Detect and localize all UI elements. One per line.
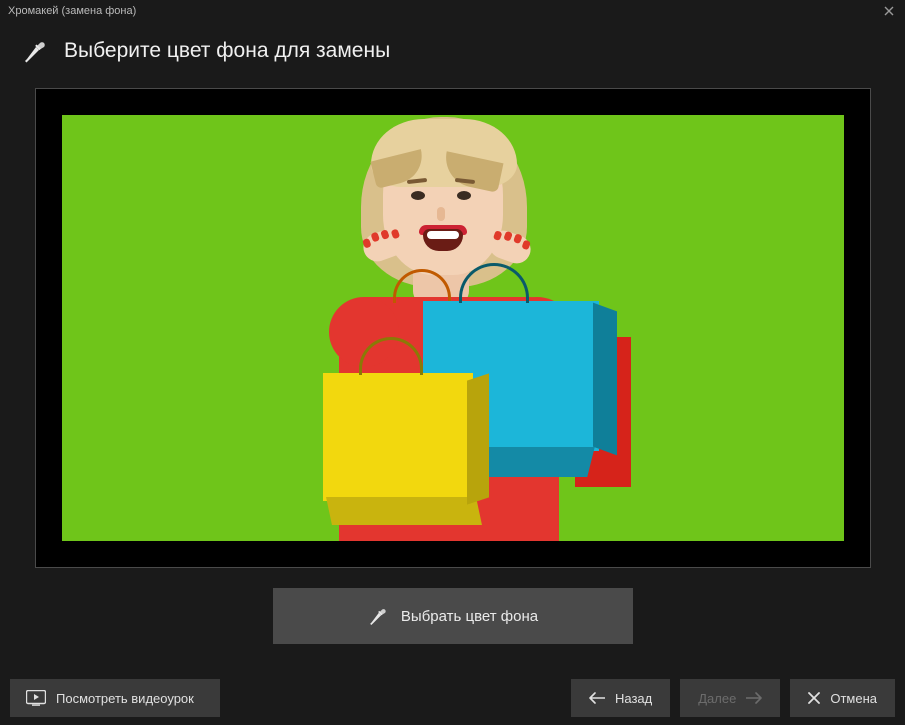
pick-color-button[interactable]: Выбрать цвет фона xyxy=(273,588,633,644)
eyedropper-icon xyxy=(367,605,389,627)
dialog-title: Выберите цвет фона для замены xyxy=(64,39,390,63)
preview-frame xyxy=(35,88,871,568)
window-title: Хромакей (замена фона) xyxy=(8,5,881,17)
eyedropper-icon xyxy=(20,36,50,66)
watch-tutorial-label: Посмотреть видеоурок xyxy=(56,691,194,706)
play-screen-icon xyxy=(26,690,46,706)
dialog-content: Выбрать цвет фона xyxy=(0,88,905,673)
next-label: Далее xyxy=(698,691,736,706)
arrow-right-icon xyxy=(746,692,762,704)
pick-color-label: Выбрать цвет фона xyxy=(401,608,538,625)
cancel-label: Отмена xyxy=(830,691,877,706)
footer-spacer xyxy=(230,679,561,717)
close-icon[interactable] xyxy=(881,3,897,19)
dialog-header: Выберите цвет фона для замены xyxy=(0,22,905,88)
dialog-footer: Посмотреть видеоурок Назад Далее Отмена xyxy=(0,673,905,725)
back-label: Назад xyxy=(615,691,652,706)
close-icon xyxy=(808,692,820,704)
preview-illustration xyxy=(243,121,663,541)
preview-image[interactable] xyxy=(62,115,844,541)
watch-tutorial-button[interactable]: Посмотреть видеоурок xyxy=(10,679,220,717)
cancel-button[interactable]: Отмена xyxy=(790,679,895,717)
back-button[interactable]: Назад xyxy=(571,679,670,717)
arrow-left-icon xyxy=(589,692,605,704)
titlebar: Хромакей (замена фона) xyxy=(0,0,905,22)
next-button: Далее xyxy=(680,679,780,717)
